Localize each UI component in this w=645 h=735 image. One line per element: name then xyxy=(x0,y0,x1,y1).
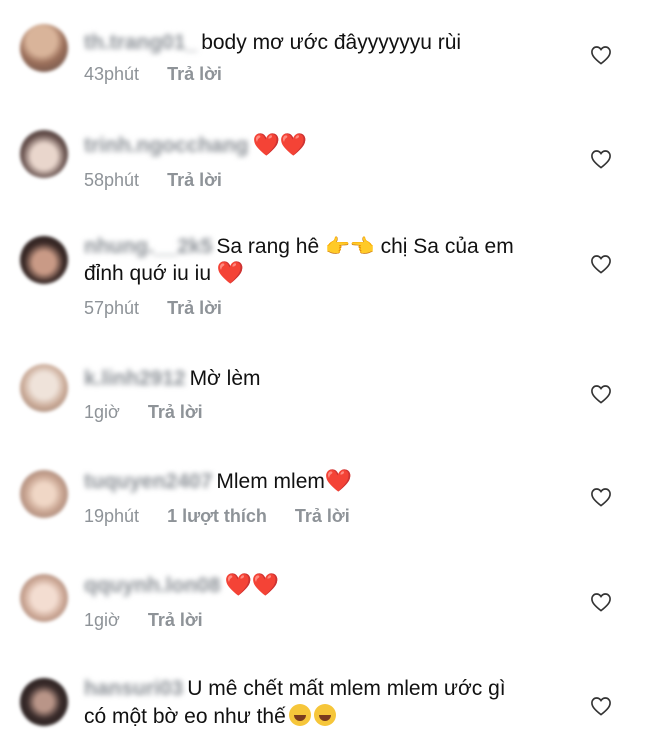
reply-button[interactable]: Trả lời xyxy=(167,298,222,318)
comment-text: body mơ ước đâyyyyyyu rùi xyxy=(201,31,462,54)
avatar[interactable] xyxy=(20,130,68,178)
comment-text: Mlem mlem xyxy=(216,470,325,493)
tears-of-joy-emoji xyxy=(313,704,336,726)
comment-text: ❤️❤️ xyxy=(224,572,280,597)
comment-time: 19phút xyxy=(84,506,140,526)
red-heart-emoji: ❤️ xyxy=(324,468,353,493)
heart-outline-icon[interactable] xyxy=(590,487,612,507)
comment-text-line2: đỉnh quớ iu iu xyxy=(84,262,212,285)
avatar[interactable] xyxy=(20,24,68,72)
avatar[interactable] xyxy=(20,236,68,284)
comment-text-cont: chị Sa của em xyxy=(380,235,514,258)
reply-button[interactable]: Trả lời xyxy=(167,64,222,84)
comment-text: U mê chết mất mlem mlem ước gì xyxy=(187,677,506,700)
red-heart-emoji: ❤️ xyxy=(216,260,245,285)
comment-time: 58phút xyxy=(84,170,140,190)
reply-button[interactable]: Trả lời xyxy=(167,170,222,190)
comment-username[interactable]: qquynh.lon08 xyxy=(84,571,221,601)
reply-button[interactable]: Trả lời xyxy=(148,610,203,630)
comment-text-line2: có một bờ eo như thế xyxy=(84,705,286,728)
comment-username[interactable]: th.trang01_ xyxy=(84,28,197,58)
heart-outline-icon[interactable] xyxy=(590,592,612,612)
avatar[interactable] xyxy=(20,470,68,518)
comment-username[interactable]: trinh.ngocchang xyxy=(84,131,249,161)
likes-count-button[interactable]: 1 lượt thích xyxy=(167,506,267,526)
tears-of-joy-emoji xyxy=(288,704,311,726)
comment-text: Sa rang hê xyxy=(216,235,320,258)
avatar[interactable] xyxy=(20,364,68,412)
reply-button[interactable]: Trả lời xyxy=(295,506,350,526)
avatar[interactable] xyxy=(20,574,68,622)
comment-username[interactable]: hansuri03 xyxy=(84,674,183,704)
comment-time: 1giờ xyxy=(84,402,120,422)
comment-text: Mờ lèm xyxy=(189,367,261,390)
pointing-hands-emoji: 👉👈 xyxy=(324,236,375,258)
heart-outline-icon[interactable] xyxy=(590,45,612,65)
avatar[interactable] xyxy=(20,678,68,726)
heart-outline-icon[interactable] xyxy=(590,384,612,404)
comment-time: 57phút xyxy=(84,298,140,318)
heart-outline-icon[interactable] xyxy=(590,696,612,716)
comment-text: ❤️❤️ xyxy=(252,132,308,157)
comment-time: 1giờ xyxy=(84,610,120,630)
reply-button[interactable]: Trả lời xyxy=(148,402,203,422)
heart-outline-icon[interactable] xyxy=(590,149,612,169)
comment-username[interactable]: tuquyen2407 xyxy=(84,467,212,497)
comment-username[interactable]: k.linh2912 xyxy=(84,364,186,394)
heart-outline-icon[interactable] xyxy=(590,254,612,274)
comment-time: 43phút xyxy=(84,64,140,84)
